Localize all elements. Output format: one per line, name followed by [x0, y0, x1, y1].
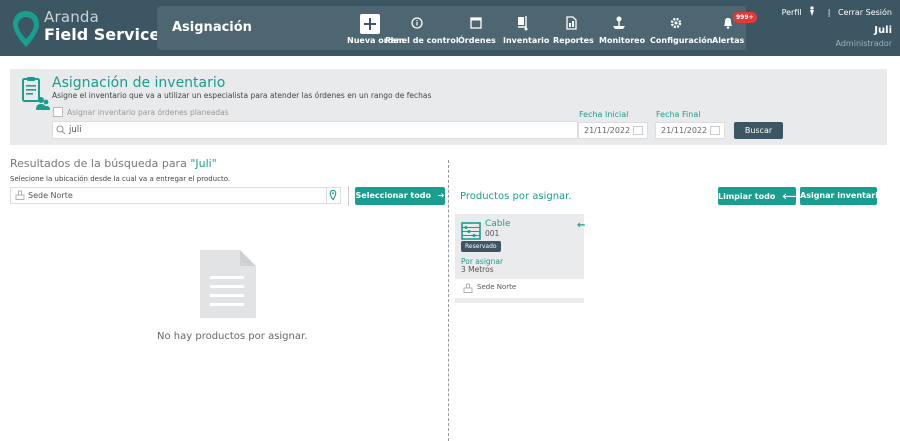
start-date-input[interactable]: 21/11/2022: [578, 122, 648, 139]
nav-ordenes[interactable]: Órdenes: [458, 6, 496, 50]
panel-title: Asignación de inventario: [52, 75, 226, 91]
results-query: "Juli": [190, 157, 217, 170]
product-location: Sede Norte: [477, 283, 517, 291]
abacus-icon: [461, 222, 481, 240]
panel-subtitle: Asigne el inventario que va a utilizar u…: [52, 91, 432, 100]
column-divider: [448, 160, 449, 441]
select-all-label: Seleccionar todo: [355, 191, 431, 200]
search-icon: [56, 125, 66, 135]
nav-label: Monitoreo: [599, 36, 646, 45]
results-title: Resultados de la búsqueda para "Juli": [10, 157, 217, 170]
assign-inventory-button[interactable]: Asignar inventario: [800, 187, 883, 205]
empty-message: No hay productos por asignar.: [157, 331, 308, 342]
planned-orders-label: Asignar inventario para órdenes planeada…: [67, 108, 229, 117]
link-separator: |: [827, 8, 831, 17]
alert-count-badge: 999+: [733, 12, 757, 23]
search-button[interactable]: Buscar: [734, 122, 783, 139]
nav-panel-control[interactable]: Panel de control: [385, 6, 459, 50]
results-title-prefix: Resultados de la búsqueda para: [10, 157, 191, 170]
monitor-icon: [613, 16, 625, 29]
nav-label: Reportes: [553, 36, 594, 45]
dolly-icon: [518, 16, 528, 31]
clipboard-users-icon: [22, 77, 50, 110]
user-icon[interactable]: [808, 6, 816, 16]
select-all-button[interactable]: Seleccionar todo ➔: [355, 187, 445, 205]
end-date-input[interactable]: 21/11/2022: [655, 122, 725, 139]
info-icon: [411, 17, 423, 29]
user-name: Juli: [874, 25, 892, 36]
gear-icon: [670, 17, 682, 29]
status-badge: Reservado: [461, 241, 501, 252]
top-header: Aranda Field Service Asignación Nueva or…: [0, 0, 900, 56]
window-icon: [470, 17, 482, 29]
section-title: Asignación: [172, 20, 252, 35]
clear-all-button[interactable]: Limpiar todo 🡐: [718, 187, 804, 205]
nav-reportes[interactable]: Reportes: [553, 6, 594, 50]
vertical-separator: [348, 186, 349, 206]
location-hint: Selecione la ubicación desde la cual va …: [10, 175, 231, 183]
clear-all-label: Limpiar todo: [718, 192, 776, 201]
return-arrow-icon[interactable]: ←: [577, 220, 585, 231]
nav-label: Órdenes: [458, 36, 496, 45]
end-date-label: Fecha Final: [656, 110, 701, 119]
nav-monitoreo[interactable]: Monitoreo: [599, 6, 646, 50]
assignment-panel: Asignación de inventario Asigne el inven…: [10, 69, 887, 145]
location-input[interactable]: Sede Norte: [10, 187, 341, 204]
report-icon: [566, 16, 577, 30]
building-icon: [15, 190, 25, 200]
profile-link[interactable]: Perfil: [782, 8, 802, 17]
logout-link[interactable]: Cerrar Sesión: [838, 8, 892, 17]
product-card[interactable]: Cable 001 Reservado ← Por asignar 3 Metr…: [455, 214, 585, 303]
planned-orders-checkbox[interactable]: [53, 107, 63, 117]
brand-product: Field Service: [44, 25, 161, 44]
plus-icon: [360, 14, 380, 34]
calendar-icon[interactable]: [633, 126, 643, 135]
start-date-value: 21/11/2022: [584, 126, 631, 135]
products-title: Productos por asignar.: [460, 191, 572, 202]
nav-label: Alertas: [712, 36, 745, 45]
specialist-search-input[interactable]: juli: [52, 121, 578, 139]
card-location-row: Sede Norte: [455, 279, 584, 298]
end-date-value: 21/11/2022: [661, 126, 708, 135]
location-picker-icon[interactable]: [326, 188, 339, 203]
calendar-icon[interactable]: [710, 126, 720, 135]
user-links: Perfil | Cerrar Sesión: [782, 6, 892, 17]
nav-label: Panel de control: [385, 36, 459, 45]
product-quantity: 3 Metros: [461, 265, 494, 274]
brand-name: Aranda: [44, 8, 100, 26]
arrow-right-icon: ➔: [437, 191, 445, 200]
product-name: Cable: [485, 219, 511, 229]
nav-configuracion[interactable]: Configuración: [650, 6, 713, 50]
nav-inventario[interactable]: Inventario: [503, 6, 550, 50]
nav-label: Configuración: [650, 36, 713, 45]
start-date-label: Fecha Inicial: [579, 110, 629, 119]
product-code: 001: [485, 229, 500, 238]
document-icon: [200, 250, 256, 318]
location-pin-icon: [13, 11, 39, 47]
user-role: Administrador: [835, 39, 892, 48]
nav-label: Inventario: [503, 36, 550, 45]
building-icon: [463, 283, 473, 293]
